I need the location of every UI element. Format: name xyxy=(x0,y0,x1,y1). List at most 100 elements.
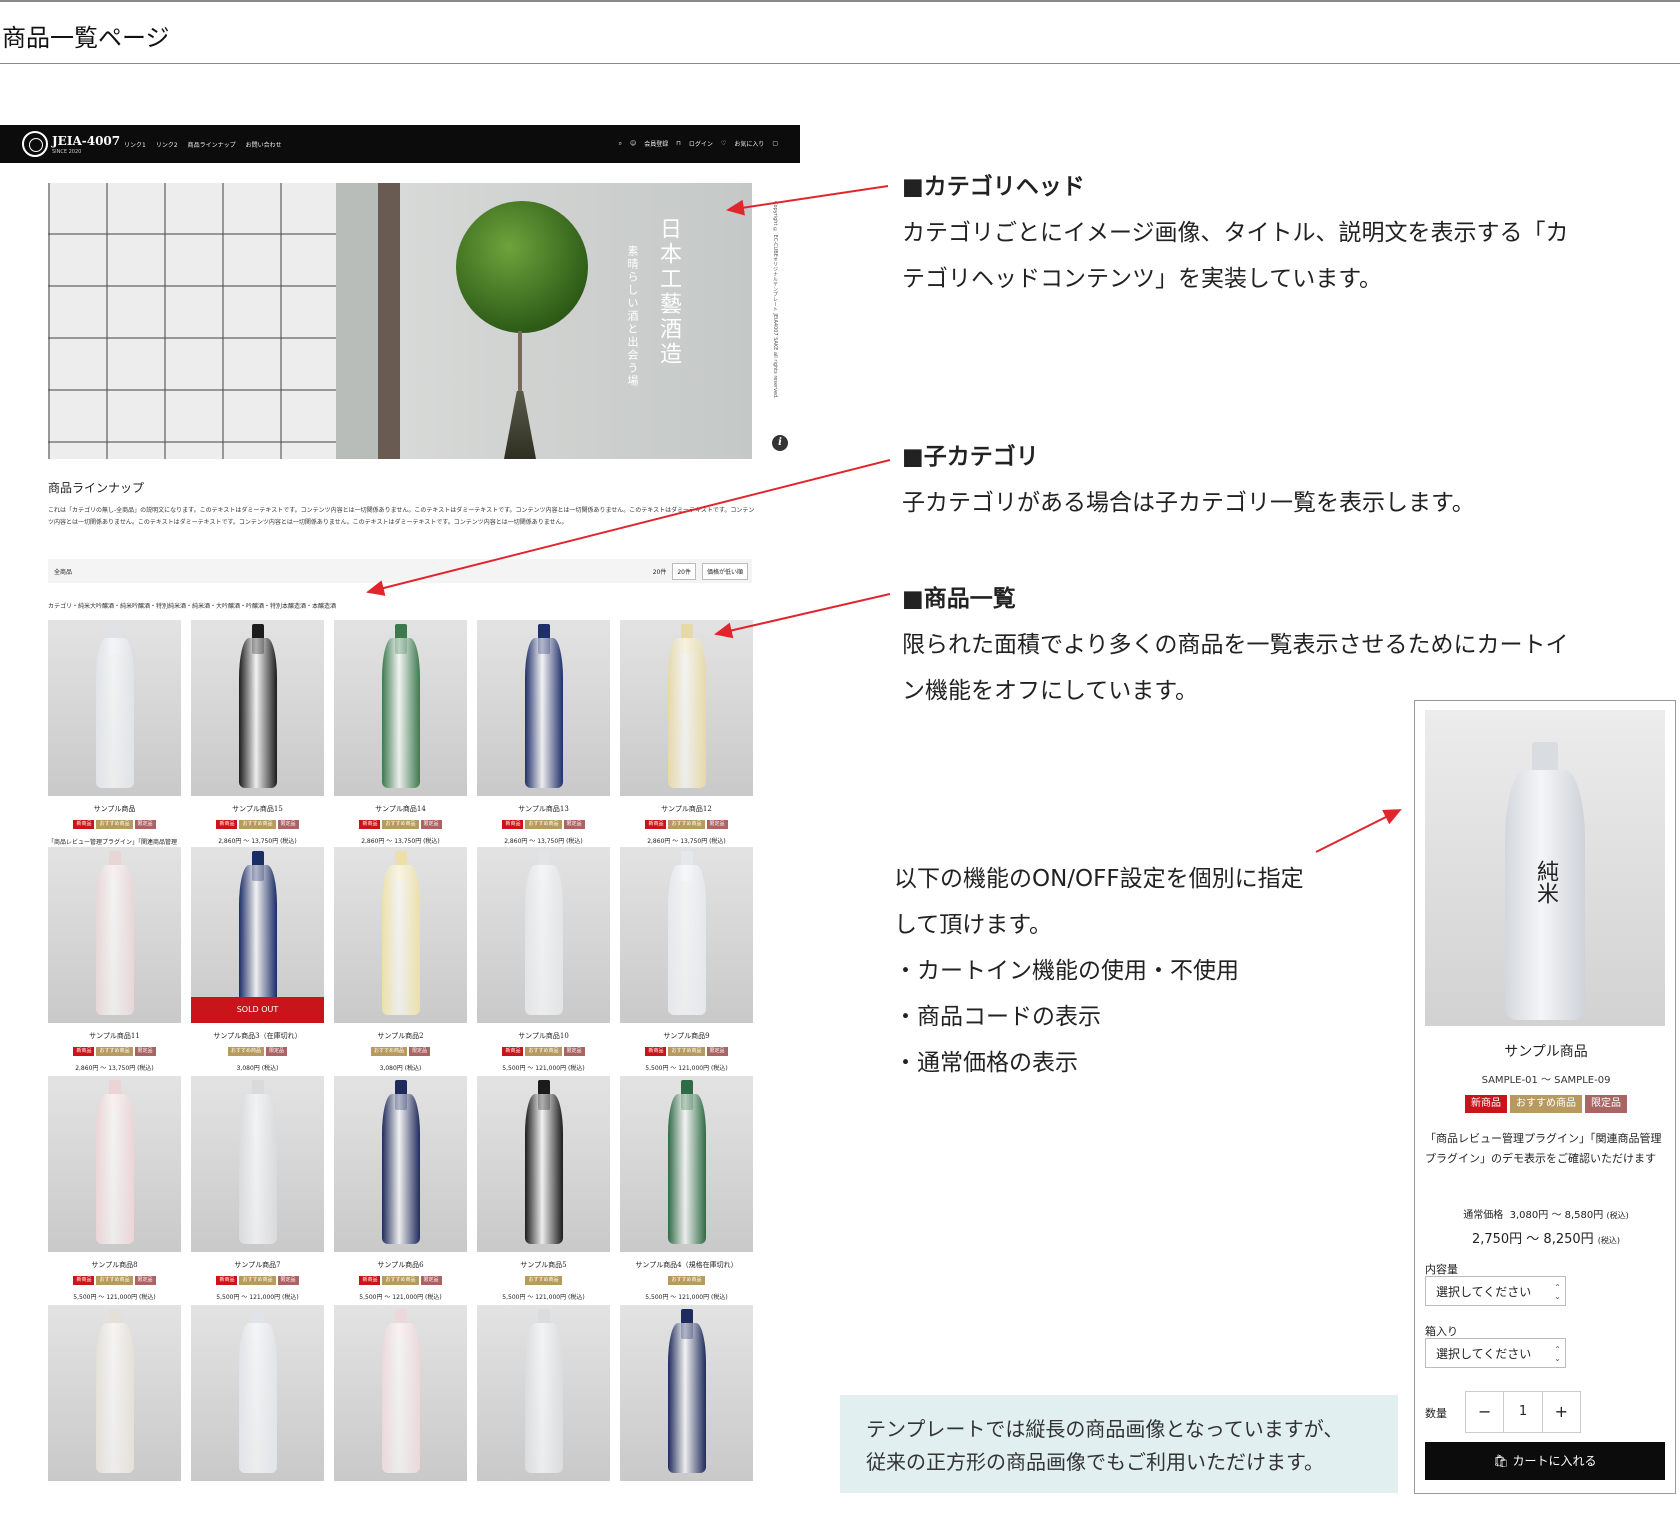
tag-limited: 限定品 xyxy=(1585,1095,1627,1113)
product-image[interactable]: 純米 xyxy=(1425,710,1665,1026)
product-card[interactable]: サンプル商品4（規格在庫切れ） おすすめ商品 5,500円 ～ 121,000円 (… xyxy=(620,1076,753,1301)
regular-price-label: 通常価格 xyxy=(1463,1210,1504,1221)
hero-tree xyxy=(456,201,588,333)
nav-link-contact[interactable]: お問い合わせ xyxy=(246,140,282,149)
quantity-minus-button[interactable]: − xyxy=(1466,1392,1503,1432)
product-thumbnail[interactable] xyxy=(48,620,181,796)
product-name[interactable]: サンプル商品5 xyxy=(477,1260,610,1270)
product-card[interactable]: サンプル商品11 新商品 おすすめ商品 限定品 2,860円 ～ 13,750円 (税込… xyxy=(48,847,181,1072)
product-card[interactable]: サンプル商品2 おすすめ商品 限定品 3,080円 (税込) xyxy=(334,847,467,1072)
product-thumbnail[interactable] xyxy=(334,1305,467,1481)
login-link[interactable]: ログイン xyxy=(689,139,713,148)
product-name[interactable]: サンプル商品9 xyxy=(620,1031,753,1041)
product-name[interactable]: サンプル商品13 xyxy=(477,804,610,814)
product-name[interactable]: サンプル商品15 xyxy=(191,804,324,814)
result-count: 20件 xyxy=(652,569,667,576)
product-name[interactable]: サンプル商品10 xyxy=(477,1031,610,1041)
bottle xyxy=(667,865,706,1015)
product-detail-card: 純米 サンプル商品 SAMPLE-01 ～ SAMPLE-09 新商品 おすすめ… xyxy=(1414,700,1676,1494)
nav-link-1[interactable]: リンク1 xyxy=(124,140,146,149)
tag-new: 新商品 xyxy=(73,1276,95,1285)
note-text: テンプレートでは縦長の商品画像となっていますが、 xyxy=(866,1417,1344,1441)
product-tags: 新商品 おすすめ商品 限定品 xyxy=(334,820,467,829)
product-grid-row-3: サンプル商品8 新商品 おすすめ商品 限定品 5,500円 ～ 121,000円 (税込… xyxy=(48,1076,753,1301)
product-thumbnail[interactable] xyxy=(477,620,610,796)
product-thumbnail[interactable]: SOLD OUT xyxy=(191,847,324,1023)
child-category-list[interactable]: カテゴリ・純米大吟醸酒・純米吟醸酒・特別純米酒・純米酒・大吟醸酒・吟醸酒・特別本… xyxy=(48,601,336,610)
product-thumbnail[interactable] xyxy=(620,847,753,1023)
product-card[interactable] xyxy=(48,1305,181,1481)
product-name[interactable]: サンプル商品14 xyxy=(334,804,467,814)
product-thumbnail[interactable] xyxy=(48,1076,181,1252)
cart-icon: 🛍 xyxy=(1493,1454,1509,1468)
product-grid-row-2: サンプル商品11 新商品 おすすめ商品 限定品 2,860円 ～ 13,750円 (税込… xyxy=(48,847,753,1072)
favorites-link[interactable]: お気に入り xyxy=(734,139,764,148)
product-thumbnail[interactable] xyxy=(477,847,610,1023)
product-card[interactable] xyxy=(477,1305,610,1481)
product-thumbnail[interactable] xyxy=(191,1076,324,1252)
product-card[interactable] xyxy=(620,1305,753,1481)
product-name[interactable]: サンプル商品4（規格在庫切れ） xyxy=(620,1260,753,1270)
lock-icon: ⊓ xyxy=(676,140,681,147)
product-thumbnail[interactable] xyxy=(334,847,467,1023)
box-select[interactable]: 選択してください xyxy=(1425,1338,1566,1368)
product-card[interactable]: サンプル商品8 新商品 おすすめ商品 限定品 5,500円 ～ 121,000円 (税込… xyxy=(48,1076,181,1301)
product-thumbnail[interactable] xyxy=(48,847,181,1023)
product-name[interactable]: サンプル商品11 xyxy=(48,1031,181,1041)
product-thumbnail[interactable] xyxy=(477,1076,610,1252)
storefront-mockup: JEIA-4007 SINCE 2020 リンク1 リンク2 商品ラインナップ … xyxy=(0,125,800,1521)
product-thumbnail[interactable] xyxy=(191,620,324,796)
nav-link-lineup[interactable]: 商品ラインナップ xyxy=(188,140,236,149)
product-name[interactable]: サンプル商品2 xyxy=(334,1031,467,1041)
product-card[interactable] xyxy=(334,1305,467,1481)
logo-icon[interactable] xyxy=(22,131,48,157)
product-price: 5,500円 ～ 121,000円 (税込) xyxy=(502,1065,585,1072)
bottle xyxy=(95,865,134,1015)
nav-link-2[interactable]: リンク2 xyxy=(156,140,178,149)
product-card[interactable] xyxy=(191,1305,324,1481)
register-link[interactable]: 会員登録 xyxy=(644,139,668,148)
info-icon[interactable]: i xyxy=(772,435,788,451)
product-name[interactable]: サンプル商品 xyxy=(48,804,181,814)
cart-icon[interactable]: ▢ xyxy=(772,140,778,147)
product-name[interactable]: サンプル商品6 xyxy=(334,1260,467,1270)
product-name[interactable]: サンプル商品8 xyxy=(48,1260,181,1270)
product-tags: 新商品 おすすめ商品 限定品 xyxy=(477,1047,610,1056)
product-name[interactable]: サンプル商品7 xyxy=(191,1260,324,1270)
product-thumbnail[interactable] xyxy=(334,620,467,796)
annotation-heading: ■カテゴリヘッド xyxy=(902,174,1085,200)
volume-select[interactable]: 選択してください xyxy=(1425,1276,1566,1306)
quantity-plus-button[interactable]: + xyxy=(1543,1392,1580,1432)
product-thumbnail[interactable] xyxy=(48,1305,181,1481)
add-to-cart-button[interactable]: 🛍 カートに入れる xyxy=(1425,1442,1665,1480)
brand-name[interactable]: JEIA-4007 xyxy=(52,134,120,148)
product-thumbnail[interactable] xyxy=(191,1305,324,1481)
product-thumbnail[interactable] xyxy=(620,620,753,796)
product-card[interactable]: サンプル商品6 新商品 おすすめ商品 限定品 5,500円 ～ 121,000円 (税込… xyxy=(334,1076,467,1301)
page-size-select[interactable]: 20件 xyxy=(672,563,696,580)
product-card[interactable]: サンプル商品9 新商品 おすすめ商品 限定品 5,500円 ～ 121,000円 (税込… xyxy=(620,847,753,1072)
product-tags: 新商品 おすすめ商品 限定品 xyxy=(191,1276,324,1285)
bottle xyxy=(381,865,420,1015)
product-card[interactable]: SOLD OUT サンプル商品3（在庫切れ） おすすめ商品 限定品 3,080円 (税込… xyxy=(191,847,324,1072)
quantity-input[interactable]: 1 xyxy=(1503,1392,1543,1432)
page-title: 商品一覧ページ xyxy=(2,24,170,52)
tag-new: 新商品 xyxy=(216,820,238,829)
product-name[interactable]: サンプル商品12 xyxy=(620,804,753,814)
product-card[interactable]: サンプル商品7 新商品 おすすめ商品 限定品 5,500円 ～ 121,000円 (税込… xyxy=(191,1076,324,1301)
product-tags: おすすめ商品 xyxy=(477,1276,610,1285)
sort-order-select[interactable]: 価格が低い順 xyxy=(701,563,748,580)
product-thumbnail[interactable] xyxy=(620,1076,753,1252)
tag-rec: おすすめ商品 xyxy=(668,1276,705,1285)
copyright: Copyright © EC-CUBEオリジナルテンプレート JEIA4007 … xyxy=(772,201,778,399)
product-name[interactable]: サンプル商品3（在庫切れ） xyxy=(191,1031,324,1041)
product-card[interactable]: サンプル商品10 新商品 おすすめ商品 限定品 5,500円 ～ 121,000円 (税… xyxy=(477,847,610,1072)
product-card[interactable]: サンプル商品5 おすすめ商品 5,500円 ～ 121,000円 (税込) xyxy=(477,1076,610,1301)
hero-pillar xyxy=(378,183,400,459)
tag-lim: 限定品 xyxy=(266,1047,288,1056)
search-icon[interactable]: ⌕ xyxy=(619,140,622,148)
product-thumbnail[interactable] xyxy=(334,1076,467,1252)
product-thumbnail[interactable] xyxy=(620,1305,753,1481)
sort-bar: 全商品 20件 20件 価格が低い順 xyxy=(48,559,752,583)
product-thumbnail[interactable] xyxy=(477,1305,610,1481)
